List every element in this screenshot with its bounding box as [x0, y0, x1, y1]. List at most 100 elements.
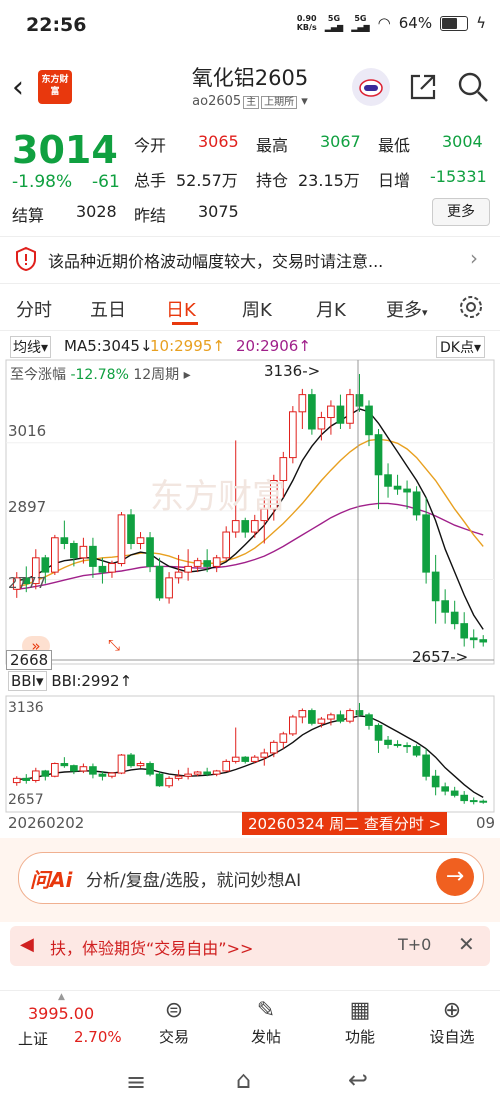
tab-monthly-k[interactable]: 月K: [316, 296, 346, 322]
battery-level: 64%: [398, 14, 433, 32]
candle-5: [60, 537, 69, 544]
cursor-date-button[interactable]: 20260324 周二 查看分时 >: [242, 812, 448, 835]
sub-candle-12: [127, 754, 135, 767]
post-button[interactable]: ✎ 发帖: [236, 996, 296, 1047]
functions-button[interactable]: ▦ 功能: [330, 996, 390, 1047]
watermark: 东方财富: [150, 477, 286, 517]
trade-button[interactable]: ⊜ 交易: [144, 996, 204, 1047]
prev-settle-value: 3075: [198, 202, 239, 221]
sub-candle-25: [250, 756, 259, 762]
settings-gear-icon[interactable]: [458, 294, 484, 324]
grid-icon: ▦: [349, 998, 371, 1023]
sub-chart-frame: [5, 695, 495, 813]
dayinc-label: 日增: [378, 171, 411, 190]
candle-15: [155, 565, 164, 599]
sub-candle-7: [79, 766, 88, 772]
candle-4: [51, 537, 59, 573]
high-label: 最高: [256, 136, 289, 155]
sub-candle-26: [260, 752, 269, 758]
clock: 22:56: [26, 14, 87, 36]
close-icon[interactable]: ✕: [458, 932, 475, 956]
sub-candle-13: [136, 763, 145, 767]
candle-45: [441, 600, 449, 613]
date-start: 20260202: [8, 814, 85, 832]
tab-weekly-k[interactable]: 周K: [242, 296, 272, 322]
low-value: 3004: [442, 132, 483, 151]
index-value[interactable]: 3995.00: [28, 1004, 94, 1023]
sub-candle-22: [222, 760, 231, 772]
back-nav-icon[interactable]: ↩: [348, 1066, 368, 1094]
y-tick-3: 2777: [8, 574, 47, 592]
indicator-select[interactable]: 均线▾: [10, 336, 52, 358]
sub-candle-21: [212, 770, 221, 775]
sub-candle-4: [51, 763, 59, 777]
sub-candle-43: [422, 754, 430, 777]
add-watchlist-button[interactable]: ⊕ 设自选: [422, 996, 482, 1047]
megaphone-icon: ◀: [20, 934, 34, 955]
more-button[interactable]: 更多: [432, 198, 490, 226]
candle-12: [127, 514, 135, 544]
notice-text: 该品种近期价格波动幅度较大，交易时请注意...: [48, 252, 384, 271]
tab-daily-k[interactable]: 日K: [166, 296, 196, 322]
candle-44: [431, 571, 440, 602]
candle-32: [317, 417, 326, 430]
oi-value: 23.15万: [298, 171, 360, 190]
sub-candle-35: [346, 710, 354, 722]
sub-indicator-select[interactable]: BBI▾: [8, 671, 47, 691]
search-icon[interactable]: [456, 70, 490, 104]
candle-36: [355, 394, 364, 407]
index-percent: 2.70%: [74, 1028, 122, 1046]
sub-candle-9: [98, 773, 107, 777]
fullscreen-icon[interactable]: ⤡: [108, 636, 128, 656]
assistant-avatar[interactable]: [352, 68, 390, 106]
candle-25: [250, 520, 259, 533]
sub-candle-3: [41, 770, 50, 777]
ma-legend: 均线▾ MA5:3045↓ 10:2995↑ 20:2906↑ DK点▾: [0, 332, 500, 358]
kline-chart[interactable]: 东方财富: [0, 358, 500, 834]
change-value: -61: [92, 172, 120, 192]
sub-low: 2657: [8, 792, 44, 808]
tab-more[interactable]: 更多▾: [386, 296, 428, 322]
menu-icon[interactable]: ≡: [126, 1068, 146, 1096]
date-bar: 20260202 20260324 周二 查看分时 > 09: [0, 812, 500, 836]
sub-candle-42: [412, 746, 421, 756]
change-percent: -1.98%: [12, 172, 73, 192]
candle-41: [403, 488, 411, 493]
sub-candle-37: [365, 714, 373, 726]
sub-candle-46: [450, 790, 459, 796]
candle-18: [184, 565, 192, 573]
chevron-right-icon: ›: [470, 246, 478, 270]
last-price: 3014: [12, 128, 118, 172]
sub-candle-20: [203, 771, 211, 775]
tab-intraday[interactable]: 分时: [16, 296, 52, 322]
tab-five-day[interactable]: 五日: [90, 296, 126, 322]
dk-point-toggle[interactable]: DK点▾: [436, 336, 485, 358]
sub-candle-44: [431, 775, 440, 788]
share-icon[interactable]: [408, 72, 438, 102]
candle-49: [479, 639, 488, 643]
index-name: 上证: [18, 1030, 49, 1048]
candle-6: [70, 542, 78, 559]
settle-label: 结算: [12, 206, 45, 225]
candle-34: [336, 405, 345, 424]
home-icon[interactable]: ⌂: [236, 1066, 251, 1094]
sub-candle-36: [355, 710, 364, 716]
battery-icon: [440, 15, 469, 31]
candle-42: [412, 491, 421, 516]
candle-21: [212, 557, 221, 567]
candle-24: [241, 520, 250, 533]
sub-candle-10: [108, 772, 116, 777]
arrow-right-icon[interactable]: →: [436, 858, 474, 896]
charging-icon: ϟ: [476, 14, 486, 32]
sub-candle-1: [22, 777, 31, 781]
sub-candle-14: [146, 763, 154, 775]
candle-33: [327, 405, 335, 419]
sub-candle-8: [89, 766, 97, 775]
candle-43: [422, 514, 430, 573]
sub-candle-41: [403, 745, 411, 748]
sub-candle-17: [174, 775, 183, 779]
candle-20: [203, 560, 211, 567]
sub-candle-47: [460, 794, 469, 802]
candle-11: [117, 514, 126, 565]
sub-candle-16: [165, 777, 173, 787]
